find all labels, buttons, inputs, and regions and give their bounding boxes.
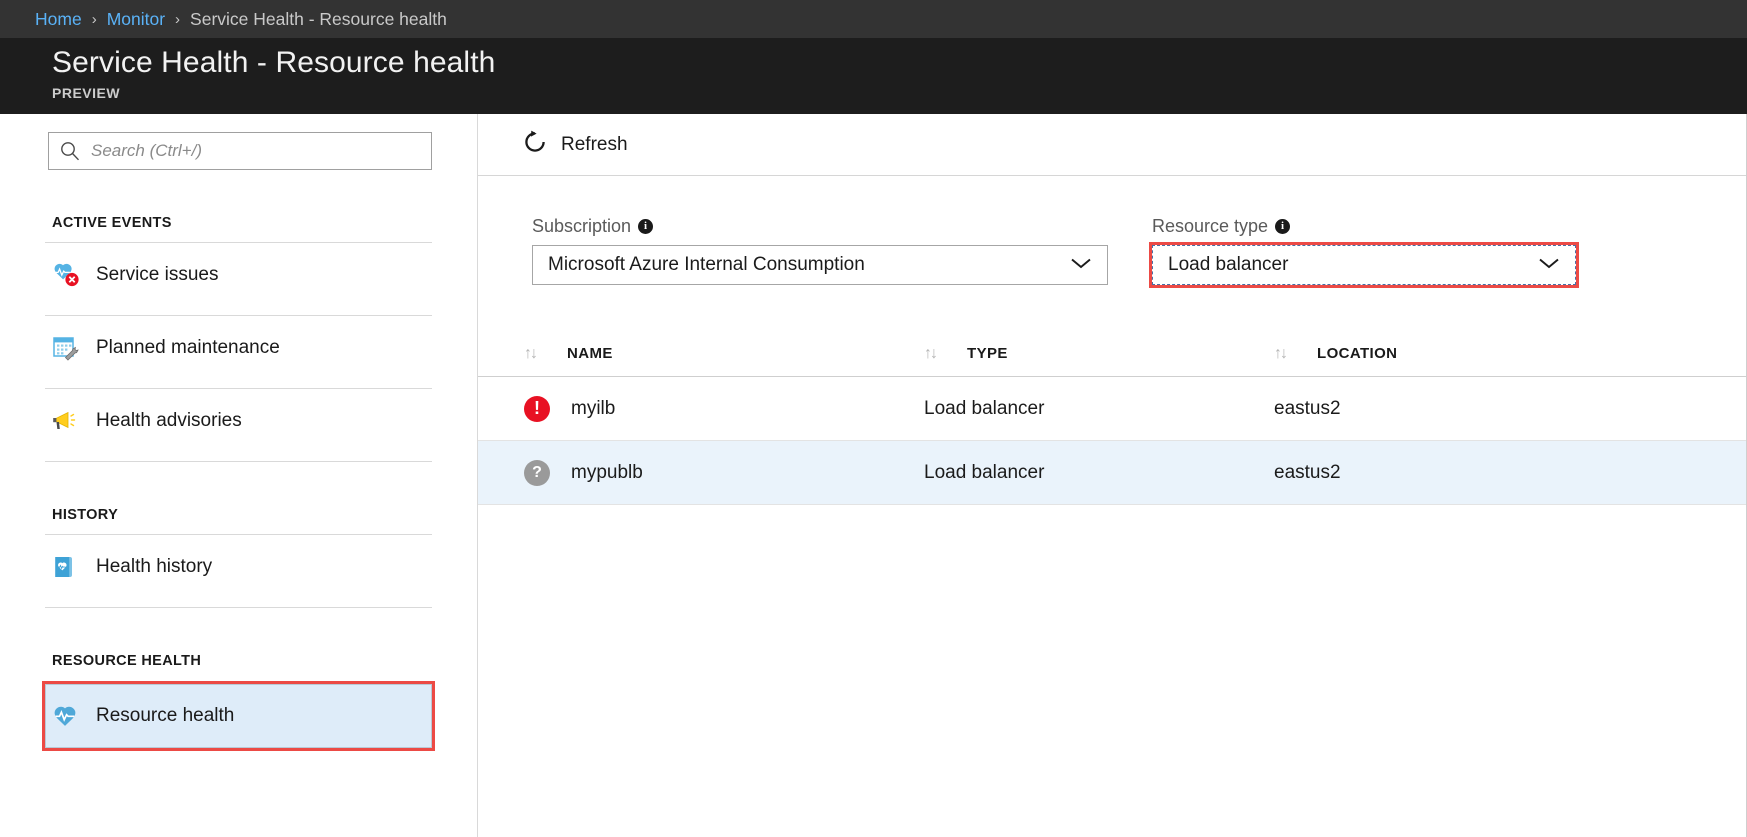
column-header-location[interactable]: ↑↓ LOCATION	[1274, 345, 1574, 363]
column-header-location-label: LOCATION	[1317, 345, 1397, 362]
resources-table: ↑↓ NAME ↑↓ TYPE ↑↓ LOCATION !	[478, 331, 1746, 505]
search-icon	[49, 140, 91, 162]
sidebar-item-label: Health history	[96, 556, 212, 578]
cell-type: Load balancer	[924, 462, 1274, 484]
sidebar-item-label: Resource health	[96, 705, 234, 727]
resource-type-filter: Resource type i Load balancer	[1152, 216, 1576, 285]
resource-type-label: Resource type i	[1152, 216, 1576, 237]
column-header-type[interactable]: ↑↓ TYPE	[924, 345, 1274, 363]
subscription-label-text: Subscription	[532, 216, 631, 237]
info-icon[interactable]: i	[1275, 219, 1290, 234]
column-header-name-label: NAME	[567, 345, 613, 362]
sidebar-item-label: Planned maintenance	[96, 337, 280, 359]
status-badge: !	[524, 396, 571, 422]
cell-location: eastus2	[1274, 398, 1574, 420]
heart-pulse-icon	[52, 701, 96, 731]
sidebar-search-wrap	[0, 114, 477, 170]
blade-body: ACTIVE EVENTS Service issues	[0, 114, 1747, 837]
sidebar-group-active-events: ACTIVE EVENTS Service issues	[0, 212, 477, 462]
spacer	[0, 462, 477, 504]
sidebar-item-health-advisories[interactable]: Health advisories	[45, 389, 432, 453]
cell-location: eastus2	[1274, 462, 1574, 484]
refresh-label: Refresh	[561, 134, 628, 156]
refresh-button[interactable]: Refresh	[522, 122, 636, 168]
search-box[interactable]	[48, 132, 432, 170]
chevron-down-icon	[1537, 256, 1561, 275]
sort-icon[interactable]: ↑↓	[924, 345, 936, 363]
subscription-filter: Subscription i Microsoft Azure Internal …	[532, 216, 1108, 285]
sort-icon[interactable]: ↑↓	[524, 345, 536, 363]
sidebar-item-label: Service issues	[96, 264, 219, 286]
sidebar-group-title: RESOURCE HEALTH	[0, 650, 477, 672]
unknown-status-icon: ?	[524, 460, 550, 486]
error-status-icon: !	[524, 396, 550, 422]
breadcrumb-item-current: Service Health - Resource health	[190, 9, 447, 30]
sidebar-item-planned-maintenance[interactable]: Planned maintenance	[45, 316, 432, 380]
cell-name: mypublb	[571, 462, 924, 484]
table-row[interactable]: ? mypublb Load balancer eastus2	[478, 441, 1746, 505]
cell-type: Load balancer	[924, 398, 1274, 420]
main-content: Refresh Subscription i Microsoft Azure I…	[478, 114, 1747, 837]
breadcrumb-separator-icon: ›	[92, 11, 97, 28]
filter-row: Subscription i Microsoft Azure Internal …	[478, 176, 1746, 285]
sidebar-item-resource-health[interactable]: Resource health	[45, 684, 432, 748]
azure-portal-page: Home › Monitor › Service Health - Resour…	[0, 0, 1747, 837]
column-header-name[interactable]: ↑↓ NAME	[524, 345, 924, 363]
sidebar-item-label: Health advisories	[96, 410, 242, 432]
refresh-icon	[522, 129, 548, 160]
blade-header: Service Health - Resource health PREVIEW	[0, 38, 1747, 114]
megaphone-icon	[52, 406, 96, 436]
sidebar: ACTIVE EVENTS Service issues	[0, 114, 478, 837]
sidebar-group-history: HISTORY Health history	[0, 504, 477, 608]
breadcrumb-item-monitor[interactable]: Monitor	[107, 9, 165, 30]
sidebar-group-title: ACTIVE EVENTS	[0, 212, 477, 234]
breadcrumb: Home › Monitor › Service Health - Resour…	[0, 0, 1747, 38]
resource-type-label-text: Resource type	[1152, 216, 1268, 237]
sidebar-group-resource-health: RESOURCE HEALTH Resource health	[0, 650, 477, 748]
subscription-select[interactable]: Microsoft Azure Internal Consumption	[532, 245, 1108, 285]
sidebar-group-title: HISTORY	[0, 504, 477, 526]
page-title: Service Health - Resource health	[52, 44, 1747, 82]
cell-name: myilb	[571, 398, 924, 420]
subscription-label: Subscription i	[532, 216, 1108, 237]
spacer	[0, 608, 477, 650]
sidebar-item-service-issues[interactable]: Service issues	[45, 243, 432, 307]
resource-type-value: Load balancer	[1168, 254, 1288, 276]
spacer	[0, 170, 477, 212]
sort-icon[interactable]: ↑↓	[1274, 345, 1286, 363]
sidebar-item-health-history[interactable]: Health history	[45, 535, 432, 599]
breadcrumb-item-home[interactable]: Home	[35, 9, 82, 30]
heart-pulse-error-icon	[52, 260, 96, 290]
column-header-type-label: TYPE	[967, 345, 1008, 362]
search-input[interactable]	[91, 141, 431, 161]
book-heart-icon	[52, 552, 96, 582]
table-row[interactable]: ! myilb Load balancer eastus2	[478, 377, 1746, 441]
table-header-row: ↑↓ NAME ↑↓ TYPE ↑↓ LOCATION	[478, 331, 1746, 377]
subscription-value: Microsoft Azure Internal Consumption	[548, 254, 865, 276]
breadcrumb-separator-icon: ›	[175, 11, 180, 28]
resource-type-select[interactable]: Load balancer	[1152, 245, 1576, 285]
command-bar: Refresh	[478, 114, 1746, 176]
status-badge: ?	[524, 460, 571, 486]
preview-badge: PREVIEW	[52, 85, 1747, 101]
info-icon[interactable]: i	[638, 219, 653, 234]
calendar-wrench-icon	[52, 333, 96, 363]
chevron-down-icon	[1069, 256, 1093, 275]
